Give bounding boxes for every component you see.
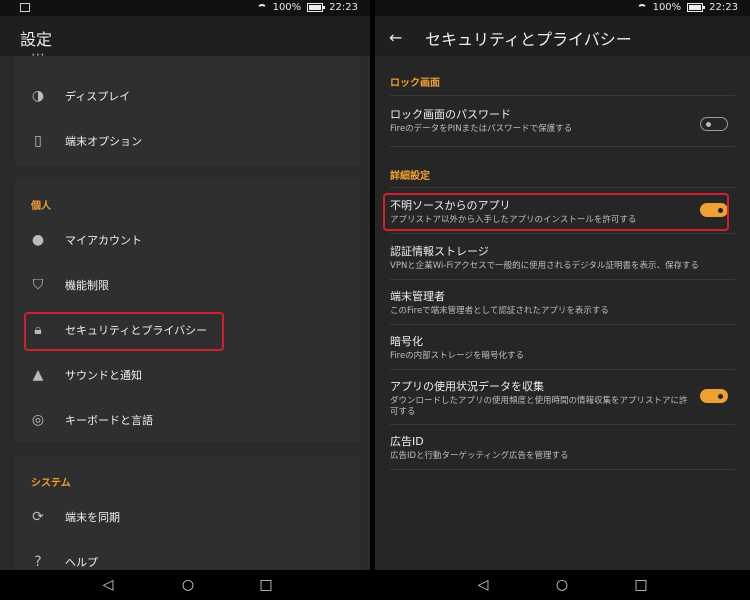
highlight-unknown-sources <box>383 193 729 231</box>
battery-percent: 100% <box>272 2 302 13</box>
battery-icon <box>687 3 706 12</box>
lock-password-toggle[interactable] <box>700 117 728 131</box>
card-personal: 個人 ● マイアカウント ⛉ 機能制限 🔒︎ セキュリティとプライバシー ▲ サ… <box>15 179 360 442</box>
section-header-system: システム <box>31 478 71 489</box>
device-icon: ▯ <box>34 133 42 149</box>
divider <box>390 233 735 234</box>
setting-title: 暗号化 <box>390 335 423 348</box>
globe-icon: ◎ <box>31 412 45 428</box>
battery-icon <box>307 3 326 12</box>
navigation-bar: ◁ ○ □ ◁ ○ □ <box>0 570 750 600</box>
setting-ad-id[interactable]: 広告ID 広告IDと行動ターゲッティング広告を管理する <box>390 433 735 462</box>
sidebar-item-keyboard[interactable]: ◎ キーボードと言語 <box>15 399 360 444</box>
highlight-security <box>24 312 224 351</box>
wifi-icon <box>636 3 647 12</box>
setting-title: ロック画面のパスワード <box>390 108 511 121</box>
sidebar-item-label: ヘルプ <box>65 556 98 569</box>
app-bar: ← セキュリティとプライバシー <box>375 16 750 56</box>
sidebar-item-label: 機能制限 <box>65 279 109 292</box>
sidebar-item-label: ディスプレイ <box>65 90 131 103</box>
sidebar-item-help[interactable]: ? ヘルプ <box>15 541 360 570</box>
setting-subtitle: このFireで端末管理者として認証されたアプリを表示する <box>390 306 609 316</box>
section-header-lock: ロック画面 <box>390 78 440 89</box>
clock: 22:23 <box>709 2 738 13</box>
sidebar-item-label: キーボードと言語 <box>65 414 153 427</box>
security-panel: 100% 22:23 ← セキュリティとプライバシー ロック画面 ロック画面のパ… <box>375 0 750 570</box>
bell-icon: ▲ <box>32 367 44 383</box>
setting-title: 認証情報ストレージ <box>390 245 489 258</box>
setting-subtitle: FireのデータをPINまたはパスワードで保護する <box>390 124 573 134</box>
sidebar-item-sound[interactable]: ▲ サウンドと通知 <box>15 354 360 399</box>
sync-icon: ⟳ <box>32 509 44 525</box>
divider <box>390 146 735 147</box>
card-system: システム ⟳ 端末を同期 ? ヘルプ <box>15 456 360 570</box>
nav-home-icon[interactable]: ○ <box>552 577 572 593</box>
sidebar-item-restrictions[interactable]: ⛉ 機能制限 <box>15 264 360 309</box>
setting-credential-storage[interactable]: 認証情報ストレージ VPNと企業Wi-Fiアクセスで一般的に使用されるデジタル証… <box>390 243 735 272</box>
sidebar-item-label: 端末を同期 <box>65 511 120 524</box>
sidebar-item-sync[interactable]: ⟳ 端末を同期 <box>15 496 360 541</box>
setting-usage-data[interactable]: アプリの使用状況データを収集 ダウンロードしたアプリの使用頻度と使用時間の情報収… <box>390 378 695 418</box>
card-display: ⋯ ◑ ディスプレイ ▯ 端末オプション <box>15 47 360 166</box>
sidebar-item-device-options[interactable]: ▯ 端末オプション <box>15 120 360 165</box>
setting-subtitle: Fireの内部ストレージを暗号化する <box>390 351 525 361</box>
nav-back-icon[interactable]: ◁ <box>98 577 118 593</box>
page-title: セキュリティとプライバシー <box>425 30 632 49</box>
sidebar-item-label: 端末オプション <box>65 135 142 148</box>
battery-percent: 100% <box>652 2 682 13</box>
list-item-partial[interactable]: ⋯ <box>15 47 360 64</box>
setting-encryption[interactable]: 暗号化 Fireの内部ストレージを暗号化する <box>390 333 735 362</box>
divider <box>390 95 735 96</box>
setting-lock-password[interactable]: ロック画面のパスワード FireのデータをPINまたはパスワードで保護する <box>390 106 735 135</box>
grid-icon: ⋯ <box>31 47 45 63</box>
setting-title: アプリの使用状況データを収集 <box>390 380 544 393</box>
nav-back-icon[interactable]: ◁ <box>473 577 493 593</box>
nav-recents-icon[interactable]: □ <box>256 577 276 593</box>
person-icon: ● <box>31 232 45 248</box>
status-bar: 100% 22:23 <box>375 0 750 16</box>
divider <box>390 424 735 425</box>
divider <box>390 369 735 370</box>
setting-subtitle: ダウンロードしたアプリの使用頻度と使用時間の情報収集をアプリストアに許可する <box>390 396 688 417</box>
section-header-personal: 個人 <box>31 201 51 212</box>
gallery-icon <box>20 3 30 12</box>
display-icon: ◑ <box>31 88 45 104</box>
clock: 22:23 <box>329 2 358 13</box>
back-arrow-icon[interactable]: ← <box>389 28 402 47</box>
sidebar-item-label: サウンドと通知 <box>65 369 142 382</box>
divider <box>390 324 735 325</box>
sidebar-item-display[interactable]: ◑ ディスプレイ <box>15 75 360 120</box>
help-icon: ? <box>34 554 42 570</box>
setting-subtitle: VPNと企業Wi-Fiアクセスで一般的に使用されるデジタル証明書を表示、保存する <box>390 261 699 271</box>
setting-device-admin[interactable]: 端末管理者 このFireで端末管理者として認証されたアプリを表示する <box>390 288 735 317</box>
divider <box>390 469 735 470</box>
status-bar: 100% 22:23 <box>0 0 370 16</box>
setting-title: 広告ID <box>390 435 424 448</box>
wifi-icon <box>256 3 267 12</box>
divider <box>390 279 735 280</box>
nav-recents-icon[interactable]: □ <box>631 577 651 593</box>
section-header-advanced: 詳細設定 <box>390 171 430 182</box>
setting-title: 端末管理者 <box>390 290 445 303</box>
sidebar-item-my-account[interactable]: ● マイアカウント <box>15 219 360 264</box>
setting-subtitle: 広告IDと行動ターゲッティング広告を管理する <box>390 451 569 461</box>
nav-home-icon[interactable]: ○ <box>178 577 198 593</box>
divider <box>390 187 735 188</box>
settings-panel: 100% 22:23 設定 ⋯ ◑ ディスプレイ ▯ 端末オプション 個人 ● … <box>0 0 370 570</box>
sidebar-item-label: マイアカウント <box>65 234 142 247</box>
shield-icon: ⛉ <box>32 277 44 293</box>
usage-data-toggle[interactable] <box>700 389 728 403</box>
